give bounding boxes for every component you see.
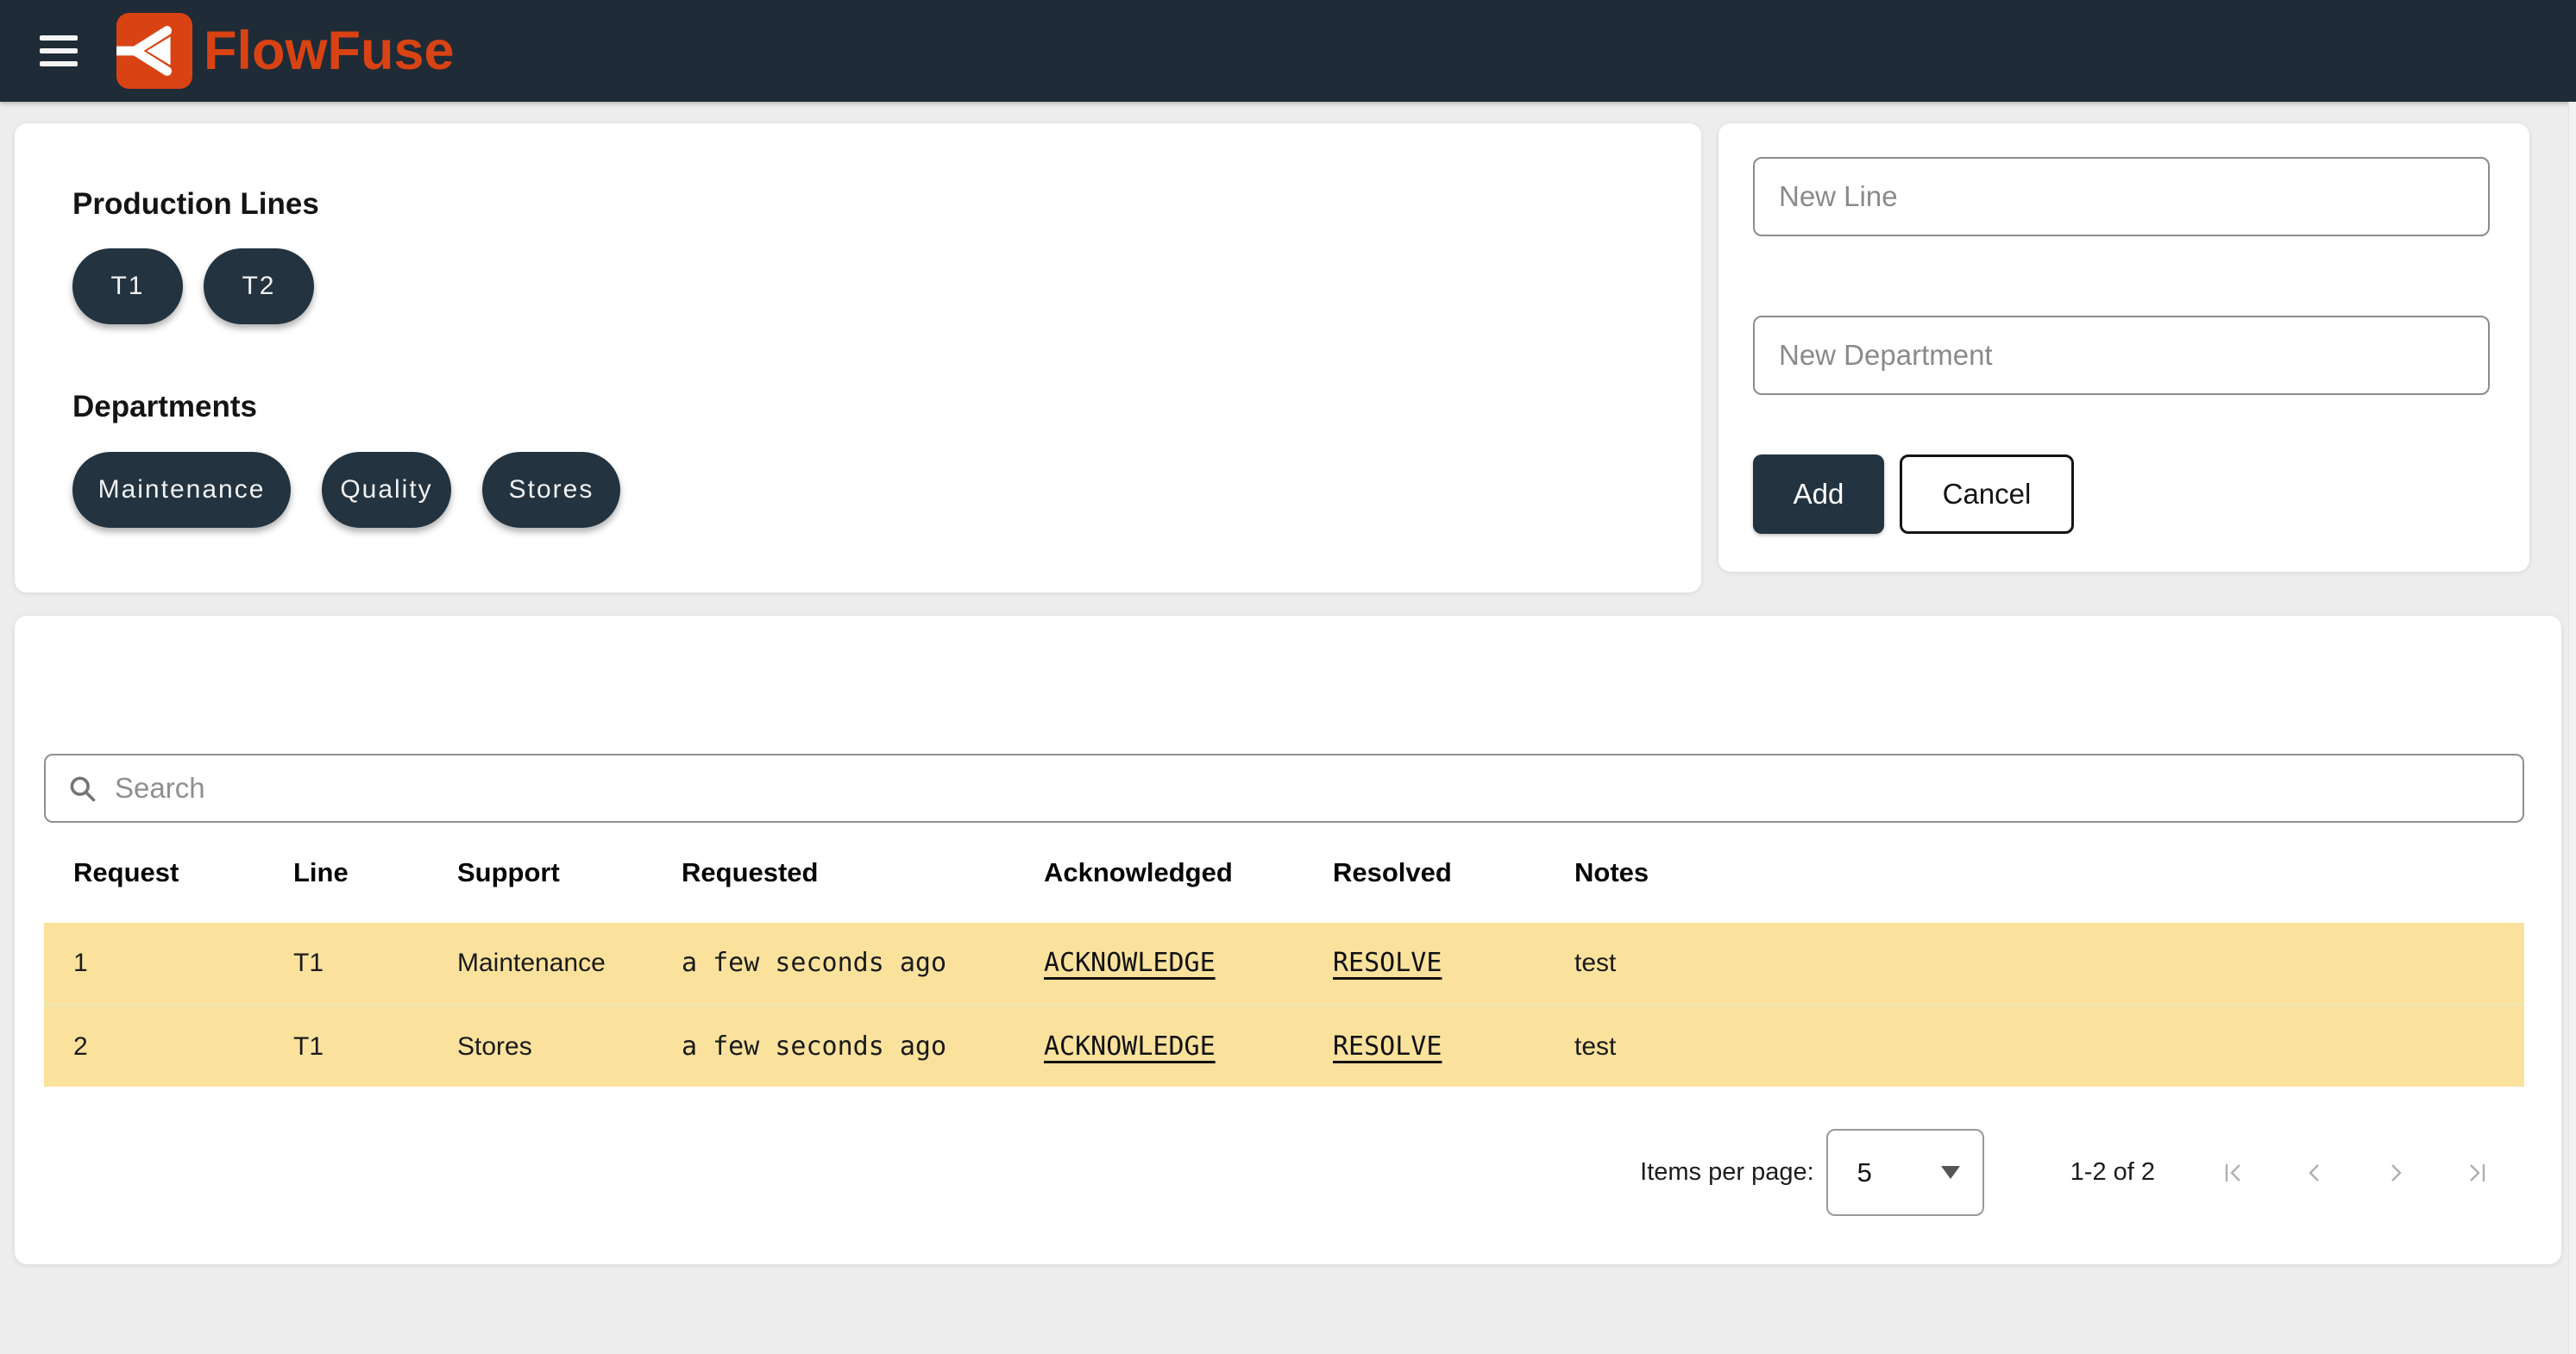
- flowfuse-logo-icon: [116, 13, 193, 89]
- cell-line: T1: [293, 1032, 457, 1062]
- add-form-card: Add Cancel: [1718, 123, 2529, 572]
- select-caret-icon: [1941, 1166, 1960, 1179]
- cell-request: 1: [73, 949, 293, 978]
- resolve-link[interactable]: RESOLVE: [1333, 1031, 1442, 1062]
- scrollbar-track[interactable]: [2568, 102, 2576, 1354]
- departments-pill-row: Maintenance Quality Stores: [72, 452, 1701, 528]
- department-pill-quality[interactable]: Quality: [322, 452, 451, 528]
- new-department-field-wrap: [1753, 316, 2490, 395]
- search-input[interactable]: [113, 771, 2502, 806]
- cell-support: Stores: [457, 1032, 682, 1062]
- column-header-requested: Requested: [682, 857, 1044, 888]
- filters-card: Production Lines T1 T2 Departments Maint…: [15, 123, 1701, 592]
- acknowledge-link[interactable]: ACKNOWLEDGE: [1044, 1031, 1216, 1062]
- add-button[interactable]: Add: [1753, 454, 1884, 534]
- next-page-button[interactable]: [2383, 1160, 2409, 1186]
- search-icon: [66, 773, 97, 804]
- hamburger-menu-icon[interactable]: [40, 33, 78, 69]
- brand: FlowFuse: [116, 13, 455, 89]
- pagination-range: 1-2 of 2: [2070, 1158, 2155, 1187]
- cell-notes: test: [1574, 1032, 2524, 1062]
- cell-notes: test: [1574, 949, 2524, 978]
- last-page-icon: [2464, 1160, 2490, 1186]
- search-box: [44, 754, 2524, 823]
- pagination-bar: Items per page: 5 1-2 of 2: [44, 1129, 2524, 1216]
- cell-requested: a few seconds ago: [682, 948, 1044, 978]
- column-header-line: Line: [293, 857, 457, 888]
- new-department-input[interactable]: [1753, 316, 2490, 395]
- production-lines-title: Production Lines: [72, 187, 1701, 222]
- items-per-page-value: 5: [1857, 1157, 1872, 1188]
- line-pill-t1[interactable]: T1: [72, 248, 183, 324]
- brand-wordmark: FlowFuse: [204, 20, 455, 82]
- new-line-input[interactable]: [1753, 157, 2490, 236]
- new-line-field-wrap: [1753, 157, 2490, 236]
- column-header-request: Request: [73, 857, 293, 888]
- chevron-right-icon: [2383, 1160, 2409, 1186]
- pager-buttons: [2221, 1160, 2490, 1186]
- requests-table-card: Request Line Support Requested Acknowled…: [15, 616, 2561, 1264]
- departments-title: Departments: [72, 390, 1701, 424]
- first-page-icon: [2221, 1160, 2246, 1186]
- cell-support: Maintenance: [457, 949, 682, 978]
- menu-bar: [40, 61, 78, 66]
- form-buttons-row: Add Cancel: [1753, 454, 2490, 534]
- menu-bar: [40, 35, 78, 41]
- items-per-page-label: Items per page:: [1640, 1158, 1814, 1187]
- column-header-resolved: Resolved: [1333, 857, 1574, 888]
- chevron-left-icon: [2302, 1160, 2328, 1186]
- resolve-link[interactable]: RESOLVE: [1333, 948, 1442, 978]
- acknowledge-link[interactable]: ACKNOWLEDGE: [1044, 948, 1216, 978]
- column-header-acknowledged: Acknowledged: [1044, 857, 1333, 888]
- table-header-row: Request Line Support Requested Acknowled…: [44, 823, 2524, 923]
- last-page-button[interactable]: [2464, 1160, 2490, 1186]
- production-lines-pill-row: T1 T2: [72, 248, 1701, 324]
- cell-request: 2: [73, 1032, 293, 1062]
- table-row: 1 T1 Maintenance a few seconds ago ACKNO…: [44, 923, 2524, 1003]
- line-pill-t2[interactable]: T2: [204, 248, 314, 324]
- column-header-notes: Notes: [1574, 857, 2524, 888]
- cell-requested: a few seconds ago: [682, 1031, 1044, 1062]
- menu-bar: [40, 48, 78, 53]
- first-page-button[interactable]: [2221, 1160, 2246, 1186]
- table-row: 2 T1 Stores a few seconds ago ACKNOWLEDG…: [44, 1003, 2524, 1087]
- cell-line: T1: [293, 949, 457, 978]
- cancel-button[interactable]: Cancel: [1900, 454, 2074, 534]
- department-pill-stores[interactable]: Stores: [482, 452, 620, 528]
- department-pill-maintenance[interactable]: Maintenance: [72, 452, 291, 528]
- items-per-page-select[interactable]: 5: [1826, 1129, 1984, 1216]
- previous-page-button[interactable]: [2302, 1160, 2328, 1186]
- column-header-support: Support: [457, 857, 682, 888]
- app-header: FlowFuse: [0, 0, 2576, 102]
- app-root: FlowFuse Production Lines T1 T2 Departme…: [0, 0, 2576, 1354]
